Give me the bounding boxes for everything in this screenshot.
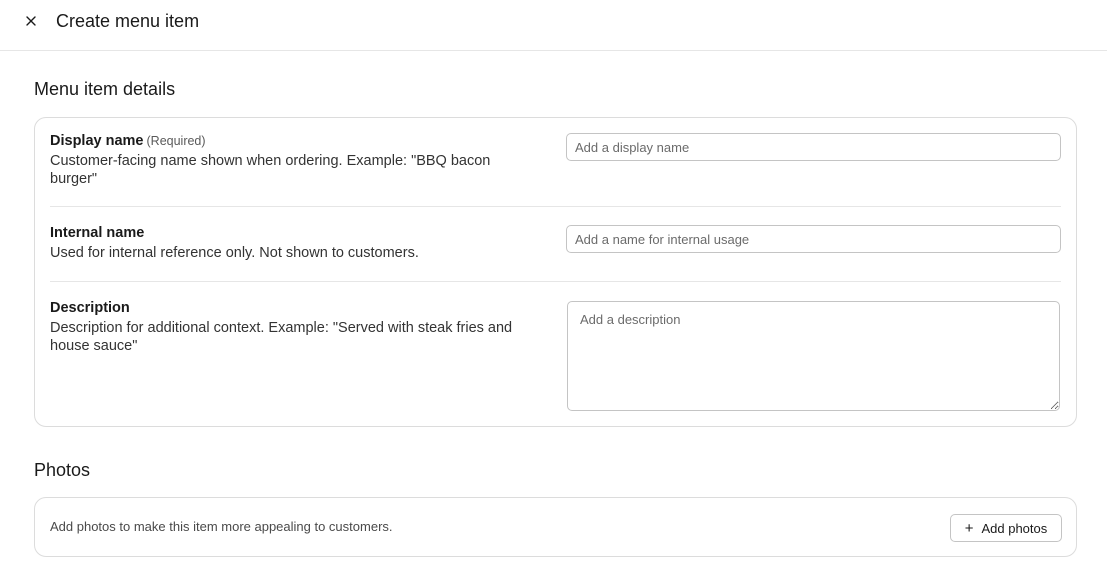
details-card: Display name (Required) Customer-facing n… [34, 117, 1077, 427]
add-photos-button[interactable]: + Add photos [950, 514, 1062, 542]
internal-name-input[interactable] [566, 225, 1061, 253]
display-name-input[interactable] [566, 133, 1061, 161]
row-divider [50, 281, 1061, 282]
close-button[interactable] [19, 9, 43, 33]
close-icon [26, 16, 36, 26]
required-tag: (Required) [146, 134, 206, 148]
display-name-help: Customer-facing name shown when ordering… [50, 153, 491, 187]
plus-icon: + [964, 519, 974, 537]
top-bar: Create menu item [0, 0, 1107, 51]
section-heading-photos: Photos [34, 460, 91, 480]
description-textarea[interactable] [567, 301, 1060, 411]
photos-card: Add photos to make this item more appeal… [34, 497, 1077, 557]
add-photos-label: Add photos [981, 520, 1048, 536]
internal-name-help: Used for internal reference only. Not sh… [50, 245, 419, 261]
row-divider [50, 206, 1061, 207]
section-heading-details: Menu item details [34, 79, 176, 99]
photos-help: Add photos to make this item more appeal… [50, 519, 393, 534]
page-title: Create menu item [56, 11, 200, 31]
description-help: Description for additional context. Exam… [50, 320, 513, 354]
